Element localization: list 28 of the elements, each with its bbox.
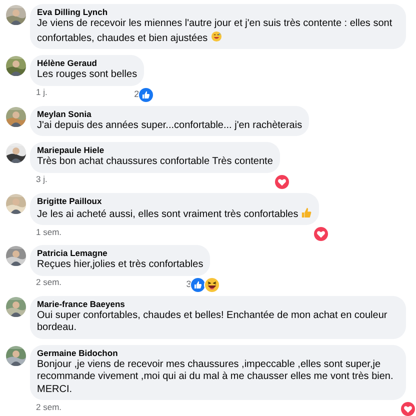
thumbs-up-icon	[301, 206, 312, 218]
comment-text: Bonjour ,je viens de recevoir mes chaussures ,impeccable ,elles sont super,je recommande vivement ,moi qui ai du mal à me chausser elles me vont très bien. MERCI.	[37, 358, 394, 396]
comment-text: Oui super confortables, chaudes et belles! Enchantée de mon achat en couleur bordeau.	[37, 310, 388, 334]
comment-text: Très bon achat chaussures confortable Très contente	[37, 156, 273, 168]
author-name[interactable]: Patricia Lemagne	[37, 248, 108, 259]
comment-text: Les rouges sont belles	[37, 69, 138, 82]
timestamp[interactable]: 2 sem.	[36, 276, 62, 289]
author-name[interactable]: Germaine Bidochon	[37, 348, 118, 358]
comment-text: Je les ai acheté aussi, elles sont vraiment très confortables	[37, 206, 312, 221]
laughing-face-icon	[204, 276, 220, 292]
heart-icon	[400, 401, 416, 416]
timestamp[interactable]: 2 sem.	[36, 400, 62, 414]
author-name[interactable]: Eva Dilling Lynch	[37, 7, 108, 18]
grinning-face-icon	[210, 30, 222, 42]
timestamp[interactable]: 1 j.	[36, 86, 48, 99]
thumbs-up-icon	[138, 86, 154, 102]
author-name[interactable]: Hélène Geraud	[37, 58, 97, 69]
comment-text: J'ai depuis des années super...confortable... j'en rachèterais	[37, 120, 302, 132]
timestamp[interactable]: 1 sem.	[36, 226, 62, 238]
thumbs-up-icon	[190, 276, 206, 292]
timestamp[interactable]: 3 j.	[36, 173, 48, 186]
author-name[interactable]: Marie-france Baeyens	[37, 298, 125, 310]
author-name[interactable]: Mariepaule Hiele	[37, 145, 104, 156]
author-name[interactable]: Meylan Sonia	[37, 108, 92, 120]
reaction-count[interactable]: 2	[134, 88, 140, 102]
comment-text: Je viens de recevoir les miennes l'autre jour et j'en suis très contente : elles sont confortables, chaudes et bien ajustées	[37, 18, 394, 45]
comment-text: Reçues hier,jolies et très confortables	[37, 259, 204, 272]
author-name[interactable]: Brigitte Pailloux	[37, 196, 102, 206]
